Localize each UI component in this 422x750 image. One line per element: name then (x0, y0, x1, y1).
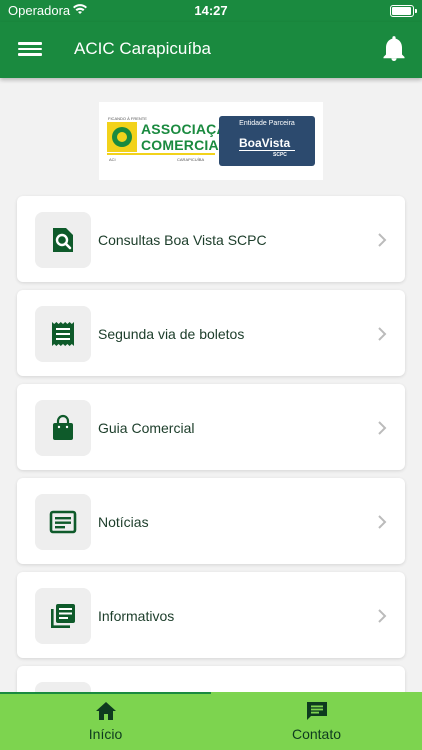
clock: 14:27 (194, 3, 228, 18)
hamburger-menu-icon[interactable] (18, 39, 42, 61)
page-title: ACIC Carapicuíba (74, 39, 212, 58)
partner-banner: FICANDO À FRENTE ASSOCIAÇÃO COMERCIAL AC… (99, 102, 323, 180)
associacao-comercial-logo: FICANDO À FRENTE ASSOCIAÇÃO COMERCIAL AC… (107, 116, 238, 162)
news-icon (49, 510, 77, 534)
receipt-icon (52, 322, 74, 346)
menu-item-boletos[interactable]: Segunda via de boletos (17, 290, 405, 376)
status-bar: Operadora 14:27 (0, 0, 422, 22)
library-books-icon (51, 604, 75, 628)
tab-contato[interactable]: Contato (211, 692, 422, 750)
menu-item-label: Segunda via de boletos (98, 326, 245, 342)
chat-icon (307, 702, 327, 720)
chevron-right-icon (378, 421, 387, 435)
menu-item-noticias[interactable]: Notícias (17, 478, 405, 564)
chevron-right-icon (378, 515, 387, 529)
menu-item-partial[interactable] (17, 666, 405, 692)
boa-vista-partner-logo: Entidade Parceira BoaVista SCPC (219, 116, 315, 166)
notification-bell-icon[interactable] (382, 36, 406, 62)
home-icon (96, 702, 116, 720)
bottom-navigation: Início Contato (0, 692, 422, 750)
menu-item-consultas[interactable]: Consultas Boa Vista SCPC (17, 196, 405, 282)
tab-label: Início (88, 726, 123, 742)
battery-icon (390, 5, 417, 17)
menu-item-guia-comercial[interactable]: Guia Comercial (17, 384, 405, 470)
menu-item-label: Notícias (98, 514, 149, 530)
tab-inicio[interactable]: Início (0, 692, 211, 750)
menu-item-label: Informativos (98, 608, 175, 624)
logo-emblem-icon (107, 122, 137, 152)
search-document-icon (53, 228, 73, 252)
tab-label: Contato (291, 726, 342, 742)
main-content: FICANDO À FRENTE ASSOCIAÇÃO COMERCIAL AC… (0, 78, 422, 692)
chevron-right-icon (378, 609, 387, 623)
menu-item-informativos[interactable]: Informativos (17, 572, 405, 658)
shopping-bag-icon (53, 414, 73, 440)
chevron-right-icon (378, 327, 387, 341)
menu-item-label: Consultas Boa Vista SCPC (98, 232, 267, 248)
app-bar: ACIC Carapicuíba (0, 22, 422, 78)
chevron-right-icon (378, 233, 387, 247)
menu-item-label: Guia Comercial (98, 420, 195, 436)
